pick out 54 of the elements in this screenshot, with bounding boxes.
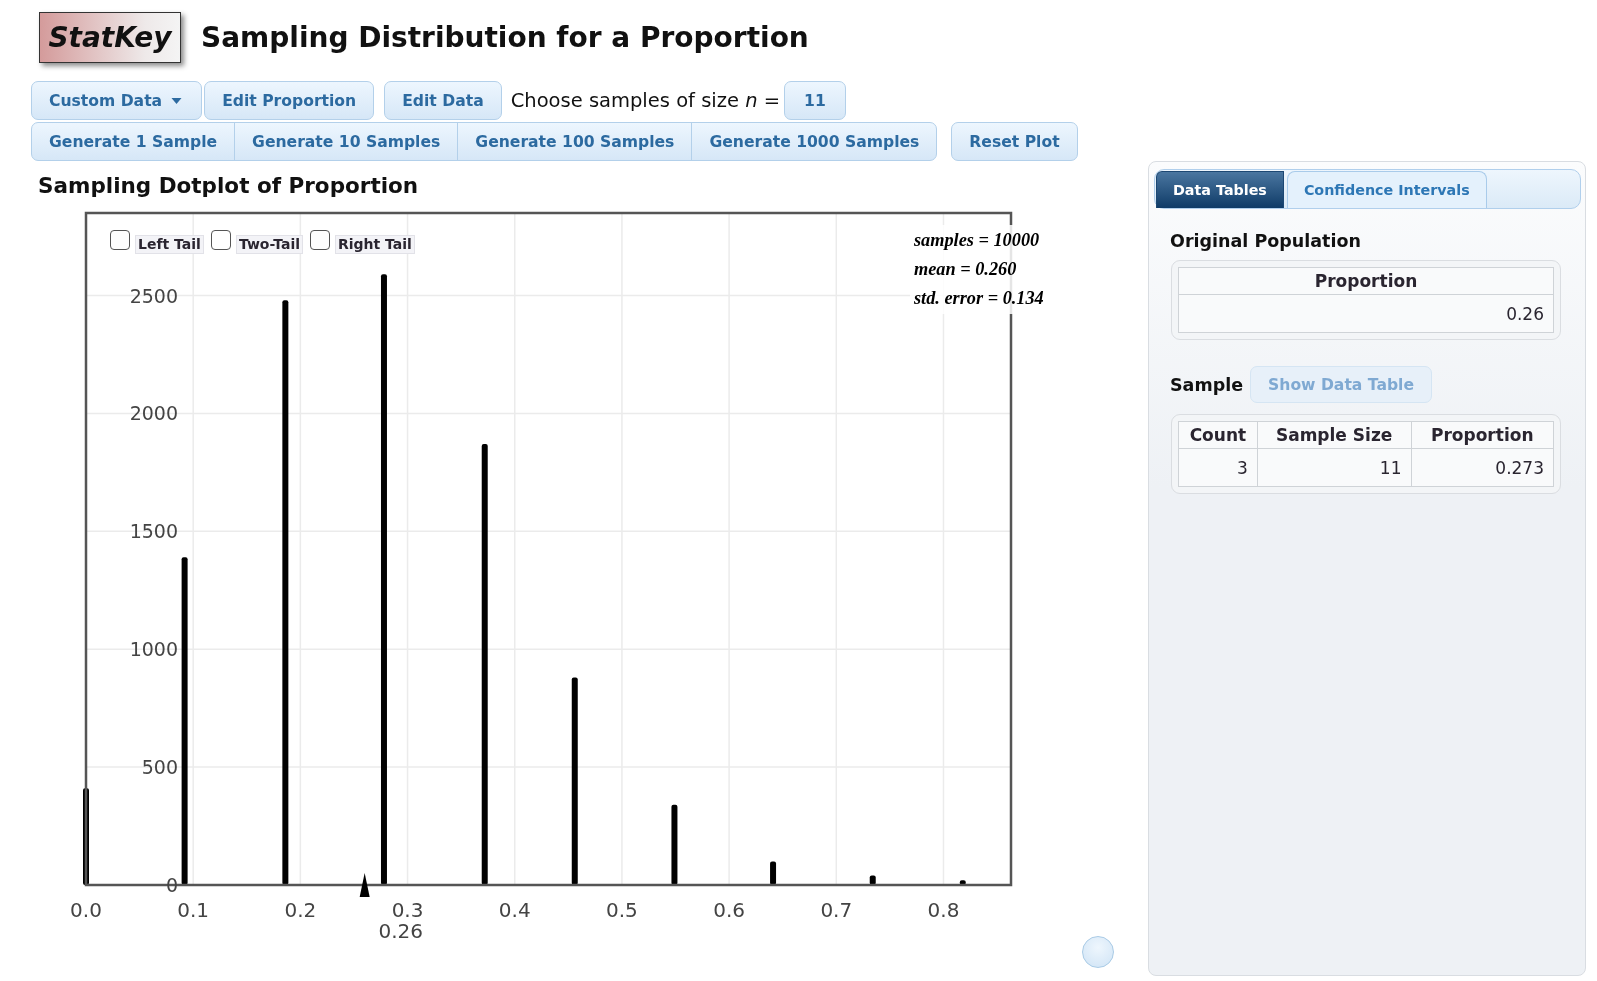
checkbox-label[interactable]: Left Tail — [135, 235, 204, 254]
table-cell: 3 — [1178, 448, 1258, 487]
custom-data-dropdown[interactable]: Custom Data — [31, 81, 203, 120]
table-cell: 11 — [1257, 448, 1411, 487]
table-cell: 0.26 — [1178, 294, 1554, 333]
table-cell: 0.273 — [1411, 448, 1554, 487]
x-tick-label: 0.2 — [284, 898, 317, 922]
y-tick-label: 2500 — [129, 284, 178, 307]
generate-button[interactable]: Generate 1 Sample — [31, 122, 236, 161]
checkbox-label[interactable]: Two-Tail — [235, 235, 303, 254]
y-tick-label: 2000 — [129, 402, 178, 425]
column-header: Count — [1178, 421, 1258, 449]
toolbar-button[interactable]: Edit Data — [384, 81, 502, 120]
x-tick-label: 0.1 — [177, 898, 210, 922]
chart-title: Sampling Dotplot of Proportion — [38, 173, 420, 199]
generate-button[interactable]: Generate 10 Samples — [234, 122, 459, 161]
stat-text: std. error = 0.134 — [914, 288, 1044, 308]
column-header: Proportion — [1411, 421, 1554, 449]
checkbox[interactable] — [110, 230, 130, 250]
caret-icon — [171, 97, 183, 104]
bar — [869, 875, 876, 885]
x-tick-label: 0.6 — [713, 898, 745, 922]
x-tick-label: 0.8 — [927, 898, 960, 922]
toolbar-button[interactable]: Edit Proportion — [204, 81, 375, 120]
checkbox[interactable] — [310, 230, 330, 250]
section-heading: Original Population — [1170, 230, 1362, 252]
triangle-marker — [359, 873, 370, 897]
bar — [959, 880, 966, 885]
stat-text: samples = 10000 — [914, 230, 1040, 250]
column-header: Proportion — [1178, 267, 1554, 295]
tab[interactable]: Data Tables — [1156, 171, 1284, 208]
bar — [770, 861, 777, 885]
y-tick-label: 1500 — [129, 520, 178, 543]
x-tick-label: 0.4 — [498, 898, 531, 922]
checkbox[interactable] — [210, 230, 231, 250]
sample-size-button[interactable]: 11 — [784, 81, 846, 120]
marker-label: 0.26 — [378, 919, 423, 943]
y-tick-label: 1000 — [129, 638, 178, 661]
stat-text: mean = 0.260 — [914, 259, 1017, 279]
y-tick-label: 500 — [141, 756, 178, 779]
x-tick-label: 0.7 — [820, 898, 853, 922]
x-tick-label: 0.3 — [391, 898, 424, 922]
section-heading: Sample — [1170, 373, 1244, 396]
checkbox-label[interactable]: Right Tail — [335, 235, 415, 254]
page-title: Sampling Distribution for a Proportion — [201, 21, 809, 54]
x-tick-label: 0.5 — [606, 898, 638, 922]
sample-size-label: Choose samples of size n = — [510, 89, 781, 112]
generate-button[interactable]: Generate 100 Samples — [457, 122, 693, 161]
statkey-logo: StatKey — [39, 12, 181, 63]
reset-plot-button[interactable]: Reset Plot — [951, 122, 1078, 161]
generate-button[interactable]: Generate 1000 Samples — [691, 122, 938, 161]
tab[interactable]: Confidence Intervals — [1286, 171, 1487, 208]
column-header: Sample Size — [1257, 421, 1411, 449]
x-tick-label: 0.0 — [70, 898, 102, 922]
